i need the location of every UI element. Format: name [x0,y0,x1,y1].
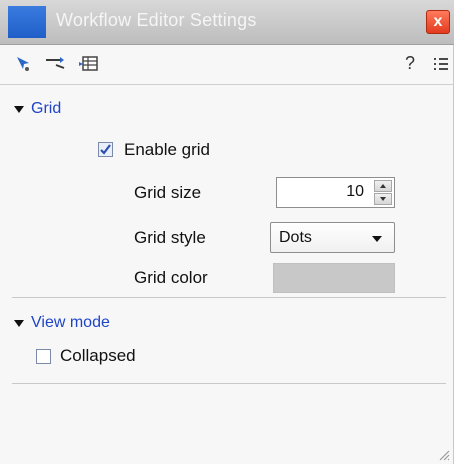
grid-style-select[interactable]: Dots [270,222,395,253]
decrement-button[interactable] [374,193,392,205]
collapsed-label[interactable]: Collapsed [60,346,136,366]
increment-button[interactable] [374,180,392,192]
enable-grid-checkbox[interactable] [98,142,113,157]
close-button[interactable]: x [426,10,450,34]
grid-size-value: 10 [346,183,364,200]
title-bar[interactable]: Workflow Editor Settings x [0,0,454,45]
window-title: Workflow Editor Settings [56,10,257,30]
grid-style-label: Grid style [134,228,206,247]
close-icon: x [433,13,443,30]
section-divider [12,297,446,298]
grid-style-value: Dots [279,229,312,246]
collapsed-checkbox[interactable] [36,349,51,364]
view-mode-section-title: View mode [31,314,110,331]
grid-size-spinbox[interactable]: 10 [276,177,395,208]
settings-window: Workflow Editor Settings x ? Grid Enable… [0,0,454,464]
list-icon[interactable] [432,54,450,74]
help-icon[interactable]: ? [405,53,415,74]
grid-size-label: Grid size [134,183,202,202]
pointer-tool-icon[interactable] [14,54,34,74]
grid-color-label: Grid color [134,268,208,287]
view-mode-section-header[interactable]: View mode [14,314,110,332]
grid-section-title: Grid [31,100,62,117]
arrow-down-icon [380,197,386,201]
table-view-icon[interactable] [78,54,100,74]
title-accent [8,6,46,38]
collapse-triangle-icon [14,105,24,113]
checkmark-icon [100,144,111,155]
arrow-up-icon [380,184,386,188]
connect-tool-icon[interactable] [44,54,68,74]
resize-grip-icon[interactable] [436,447,450,461]
enable-grid-label[interactable]: Enable grid [124,140,210,160]
section-divider [12,383,446,384]
spinner-buttons [374,180,392,205]
chevron-down-icon [372,236,382,242]
grid-color-swatch[interactable] [273,263,395,293]
collapse-triangle-icon [14,319,24,327]
grid-section-header[interactable]: Grid [14,100,61,118]
toolbar: ? [0,44,454,85]
